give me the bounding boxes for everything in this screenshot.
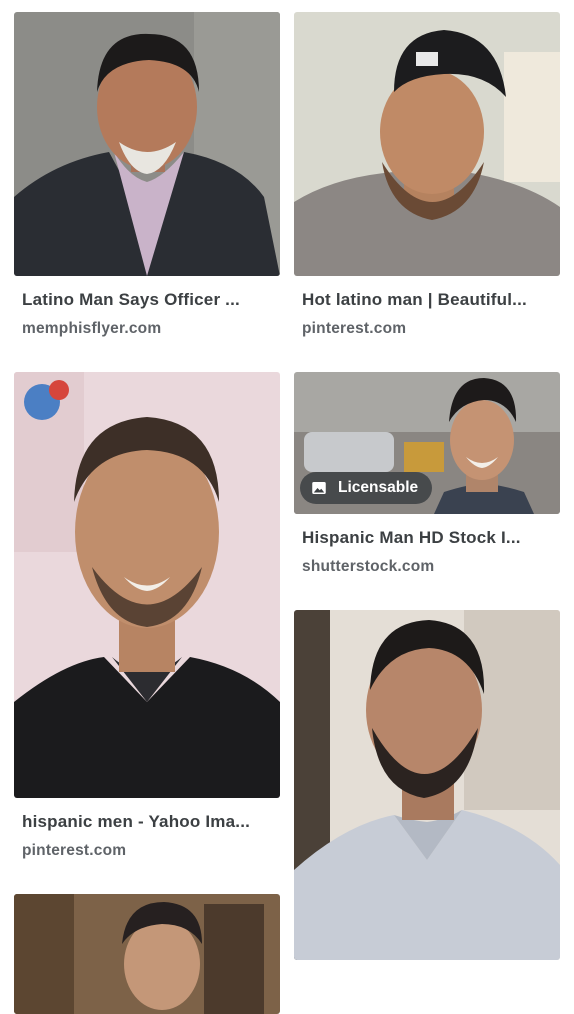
image-result-card[interactable] [294, 610, 560, 960]
result-thumbnail[interactable] [294, 12, 560, 276]
portrait-image [14, 894, 280, 1014]
portrait-image [294, 12, 560, 276]
image-result-card[interactable]: Licensable Hispanic Man HD Stock I... sh… [294, 372, 560, 591]
result-source: pinterest.com [302, 320, 407, 337]
results-column-right: Hot latino man | Beautiful... pinterest.… [294, 12, 560, 960]
image-result-card[interactable]: Hot latino man | Beautiful... pinterest.… [294, 12, 560, 353]
result-title[interactable]: Hot latino man | Beautiful... [302, 290, 552, 310]
result-source: pinterest.com [22, 842, 127, 859]
portrait-image [14, 372, 280, 798]
result-thumbnail[interactable] [294, 610, 560, 960]
result-title[interactable]: Latino Man Says Officer ... [22, 290, 272, 310]
portrait-image [294, 610, 560, 960]
result-thumbnail[interactable] [14, 372, 280, 798]
portrait-image [14, 12, 280, 276]
image-result-card[interactable] [14, 894, 280, 1014]
result-thumbnail[interactable]: Licensable [294, 372, 560, 514]
licensable-badge[interactable]: Licensable [300, 472, 433, 504]
result-source: shutterstock.com [302, 558, 435, 575]
image-icon [312, 482, 326, 494]
result-title[interactable]: Hispanic Man HD Stock I... [302, 528, 552, 548]
result-source: memphisflyer.com [22, 320, 162, 337]
image-result-card[interactable]: Latino Man Says Officer ... memphisflyer… [14, 12, 280, 353]
result-title[interactable]: hispanic men - Yahoo Ima... [22, 812, 272, 832]
result-thumbnail[interactable] [14, 894, 280, 1014]
image-result-card[interactable]: hispanic men - Yahoo Ima... pinterest.co… [14, 372, 280, 875]
results-column-left: Latino Man Says Officer ... memphisflyer… [14, 12, 280, 1014]
licensable-label: Licensable [338, 479, 419, 496]
result-thumbnail[interactable] [14, 12, 280, 276]
